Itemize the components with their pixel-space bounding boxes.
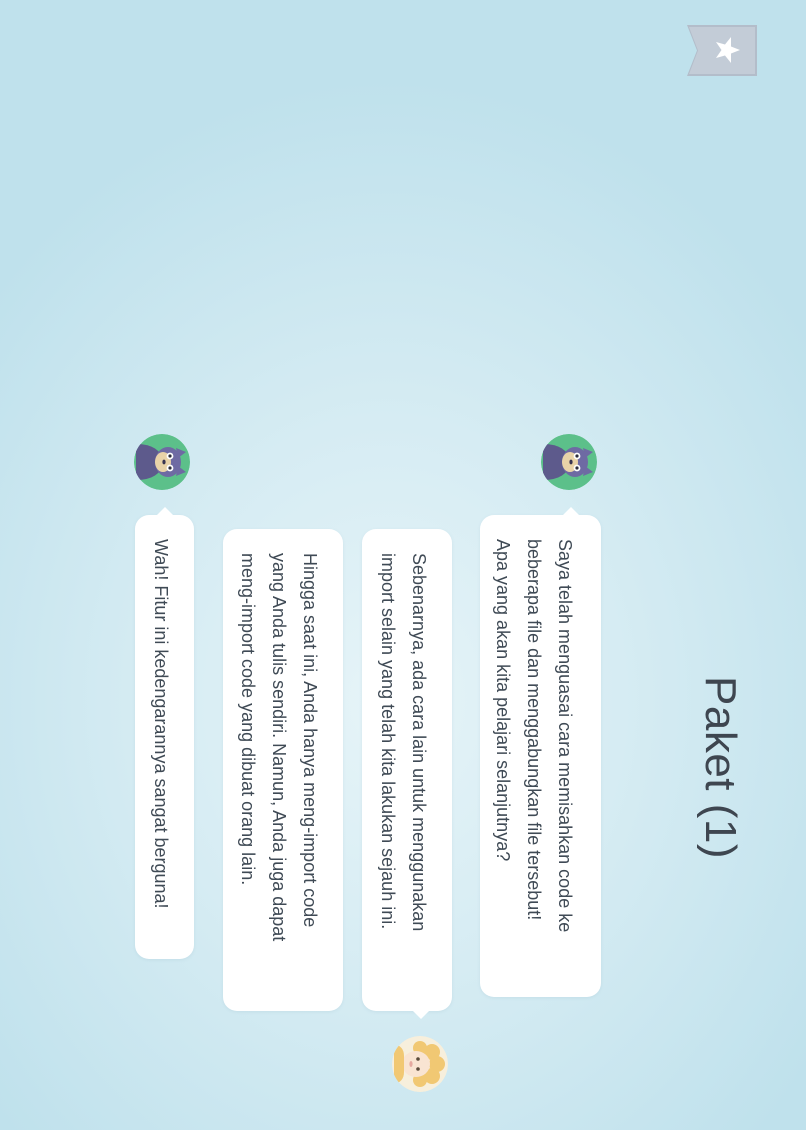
chat-bubble-sheep: Hingga saat ini, Anda hanya meng-import …	[223, 529, 343, 1011]
bubble-tail	[563, 507, 579, 515]
message-text: Sebenarnya, ada cara lain untuk mengguna…	[372, 553, 434, 931]
message-line: yang Anda tulis sendiri. Namun, Anda jug…	[269, 553, 289, 942]
chat-bubble-wolf: Saya telah menguasai cara memisahkan cod…	[480, 507, 601, 997]
bubble-tail	[157, 507, 173, 515]
message-text: Saya telah menguasai cara memisahkan cod…	[487, 539, 580, 932]
message-line: beberapa file dan menggabungkan file ter…	[524, 539, 544, 921]
message-line: Hingga saat ini, Anda hanya meng-import …	[300, 553, 320, 928]
message-text: Hingga saat ini, Anda hanya meng-import …	[232, 553, 325, 941]
page-title: Paket (1)	[696, 676, 745, 860]
wolf-avatar-icon	[134, 434, 190, 490]
message-line: meng-import code yang dibuat orang lain.	[238, 553, 258, 886]
message-line: Saya telah menguasai cara memisahkan cod…	[555, 539, 575, 933]
message-line: Wah! Fitur ini kedengarannya sangat berg…	[151, 539, 171, 909]
message-line: Sebenarnya, ada cara lain untuk mengguna…	[409, 553, 429, 932]
sheep-avatar-icon	[392, 1036, 448, 1092]
chat-bubble-sheep: Sebenarnya, ada cara lain untuk mengguna…	[362, 529, 452, 1019]
chat-bubble-wolf: Wah! Fitur ini kedengarannya sangat berg…	[135, 507, 194, 959]
bookmark-button[interactable]	[687, 25, 757, 76]
star-bookmark-icon	[687, 25, 757, 76]
message-line: import selain yang telah kita lakukan se…	[378, 553, 398, 930]
wolf-avatar-icon	[541, 434, 597, 490]
message-line: Apa yang akan kita pelajari selanjutnya?	[493, 539, 513, 862]
message-text: Wah! Fitur ini kedengarannya sangat berg…	[145, 539, 176, 909]
bubble-tail	[413, 1011, 429, 1019]
